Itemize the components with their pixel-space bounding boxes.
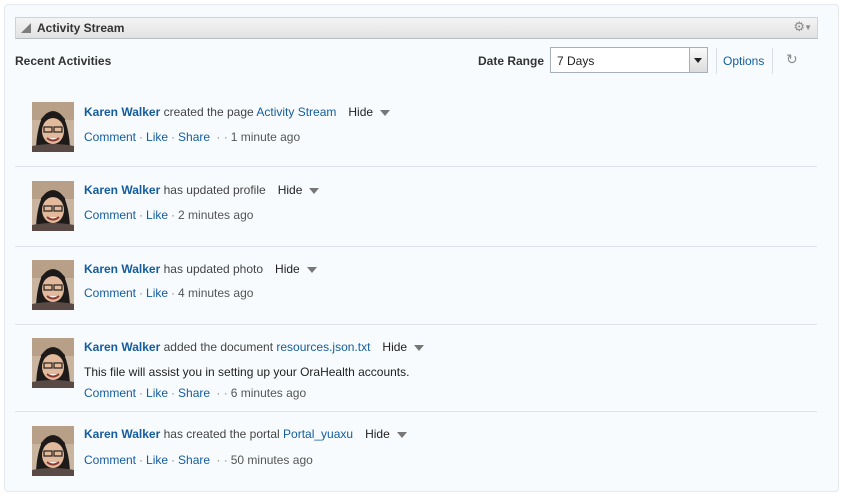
hide-menu[interactable]: Hide (275, 262, 317, 276)
recent-activities-heading: Recent Activities (15, 54, 112, 68)
activity-actions: Comment · Like · 2 minutes ago (84, 208, 253, 222)
like-link[interactable]: Like (146, 130, 168, 144)
activity-summary: Karen Walker created the page Activity S… (84, 105, 391, 119)
comment-link[interactable]: Comment (84, 130, 136, 144)
gear-menu-icon[interactable]: ⚙▼ (793, 19, 812, 35)
separator: · · (213, 130, 228, 144)
chevron-down-icon[interactable] (380, 109, 391, 116)
chevron-down-icon[interactable] (689, 48, 707, 72)
user-name-link[interactable]: Karen Walker (84, 427, 160, 441)
hide-menu[interactable]: Hide (382, 340, 425, 354)
hide-label: Hide (277, 183, 303, 197)
avatar[interactable] (32, 102, 74, 152)
user-name-link[interactable]: Karen Walker (84, 262, 160, 276)
activity-object-link[interactable]: Activity Stream (256, 105, 336, 119)
separator: · (171, 386, 176, 400)
activity-stream-panel (4, 4, 839, 492)
hide-label: Hide (275, 262, 300, 276)
separator: · · (213, 453, 228, 467)
divider (716, 48, 717, 74)
row-divider (15, 246, 817, 247)
like-link[interactable]: Like (146, 453, 168, 467)
avatar[interactable] (32, 260, 74, 310)
chevron-down-icon[interactable] (306, 266, 317, 273)
separator: · (171, 286, 176, 300)
timestamp: 50 minutes ago (230, 453, 313, 467)
like-link[interactable]: Like (146, 286, 168, 300)
activity-object-link[interactable]: Portal_yuaxu (283, 427, 353, 441)
chevron-down-icon[interactable] (396, 431, 407, 438)
activity-summary: Karen Walker has updated photo Hide (84, 262, 317, 276)
separator: · (139, 286, 144, 300)
hide-menu[interactable]: Hide (365, 427, 407, 441)
comment-link[interactable]: Comment (84, 453, 136, 467)
hide-label: Hide (348, 105, 374, 119)
avatar[interactable] (32, 338, 74, 388)
divider (772, 48, 773, 74)
share-link[interactable]: Share (178, 130, 210, 144)
hide-label: Hide (365, 427, 390, 441)
user-name-link[interactable]: Karen Walker (84, 105, 160, 119)
activity-verb: has updated photo (163, 262, 264, 276)
share-link[interactable]: Share (178, 386, 210, 400)
user-name-link[interactable]: Karen Walker (84, 183, 160, 197)
refresh-icon[interactable]: ↻ (786, 51, 798, 68)
panel-header: Activity Stream ⚙▼ (15, 17, 818, 39)
chevron-down-icon[interactable] (309, 187, 320, 194)
row-divider (15, 411, 817, 412)
activity-summary: Karen Walker added the document resource… (84, 340, 425, 354)
comment-link[interactable]: Comment (84, 286, 136, 300)
comment-link[interactable]: Comment (84, 386, 136, 400)
like-link[interactable]: Like (146, 208, 168, 222)
user-name-link[interactable]: Karen Walker (84, 340, 160, 354)
date-range-value: 7 Days (557, 54, 595, 68)
comment-link[interactable]: Comment (84, 208, 136, 222)
row-divider (15, 166, 817, 167)
separator: · (139, 453, 144, 467)
timestamp: 2 minutes ago (178, 208, 254, 222)
share-link[interactable]: Share (178, 453, 210, 467)
hide-menu[interactable]: Hide (278, 183, 320, 197)
timestamp: 6 minutes ago (230, 386, 307, 400)
separator: · (171, 208, 176, 222)
avatar[interactable] (32, 181, 74, 231)
like-link[interactable]: Like (146, 386, 168, 400)
separator: · · (213, 386, 228, 400)
date-range-label: Date Range (478, 54, 545, 68)
activity-verb: has created the portal (163, 427, 280, 441)
date-range-select[interactable]: 7 Days (550, 47, 708, 73)
chevron-down-icon[interactable] (414, 344, 425, 351)
activity-actions: Comment · Like · Share · · 1 minute ago (84, 130, 300, 144)
activity-actions: Comment · Like · 4 minutes ago (84, 286, 253, 300)
hide-menu[interactable]: Hide (348, 105, 391, 119)
separator: · (139, 130, 144, 144)
collapse-triangle-icon[interactable] (21, 23, 31, 33)
avatar[interactable] (32, 426, 74, 476)
separator: · (139, 386, 144, 400)
options-link[interactable]: Options (723, 54, 764, 68)
activity-description: This file will assist you in setting up … (84, 365, 410, 379)
activity-actions: Comment · Like · Share · · 50 minutes ago (84, 453, 313, 467)
hide-label: Hide (382, 340, 408, 354)
activity-verb: created the page (163, 105, 254, 119)
panel-title: Activity Stream (37, 21, 125, 35)
activity-summary: Karen Walker has created the portal Port… (84, 427, 407, 441)
separator: · (171, 130, 176, 144)
activity-object-link[interactable]: resources.json.txt (276, 340, 370, 354)
timestamp: 1 minute ago (230, 130, 301, 144)
separator: · (171, 453, 176, 467)
activity-verb: has updated profile (163, 183, 266, 197)
activity-summary: Karen Walker has updated profile Hide (84, 183, 320, 197)
activity-actions: Comment · Like · Share · · 6 minutes ago (84, 386, 306, 400)
timestamp: 4 minutes ago (178, 286, 254, 300)
separator: · (139, 208, 144, 222)
row-divider (15, 324, 817, 325)
activity-verb: added the document (163, 340, 274, 354)
